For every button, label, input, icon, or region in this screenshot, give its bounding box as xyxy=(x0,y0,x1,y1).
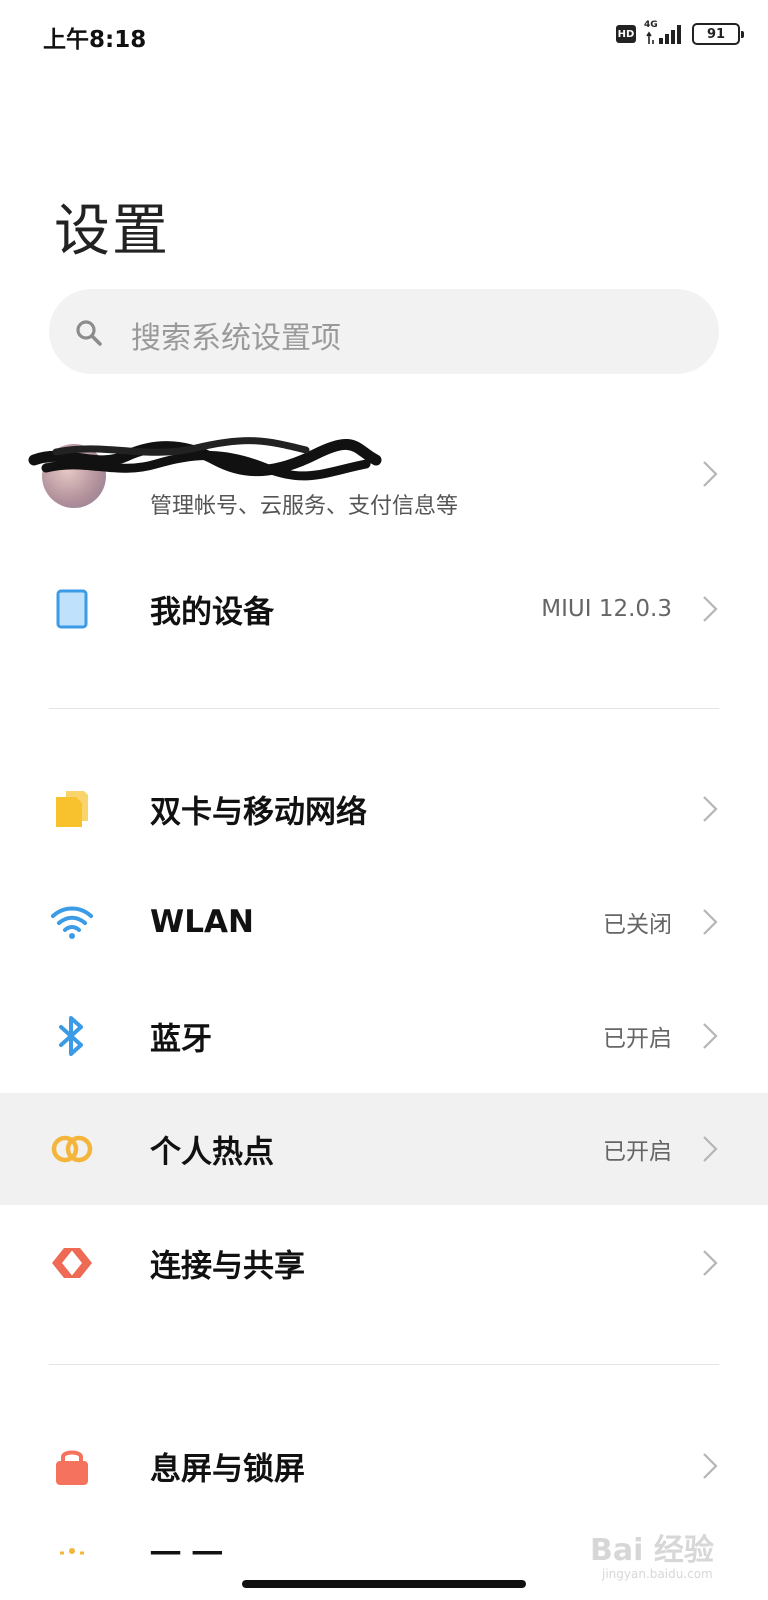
hotspot-icon xyxy=(50,1127,94,1171)
sim-card-icon xyxy=(50,787,94,831)
hd-icon: HD xyxy=(616,25,636,43)
row-value: MIUI 12.0.3 xyxy=(541,596,672,622)
row-value: 已开启 xyxy=(603,1139,672,1165)
row-label: WLAN xyxy=(150,904,254,940)
display-icon xyxy=(50,1529,94,1573)
row-value: 已关闭 xyxy=(603,912,672,938)
redacted-name-scribble xyxy=(28,437,382,481)
chevron-right-icon xyxy=(702,1022,718,1050)
row-label: 蓝牙 xyxy=(150,1021,212,1058)
chevron-right-icon xyxy=(702,1452,718,1480)
settings-item-sim[interactable]: 双卡与移动网络 xyxy=(0,753,768,865)
chevron-right-icon xyxy=(702,460,718,488)
tablet-icon xyxy=(50,587,94,631)
row-label: 息屏与锁屏 xyxy=(150,1451,305,1488)
settings-item-hotspot[interactable]: 个人热点 已开启 xyxy=(0,1093,768,1205)
chevron-right-icon xyxy=(702,1249,718,1277)
settings-item-connection-sharing[interactable]: 连接与共享 xyxy=(0,1207,768,1319)
battery-level: 91 xyxy=(706,26,726,42)
page-title: 设置 xyxy=(54,199,170,264)
status-time: 上午8:18 xyxy=(43,27,147,53)
chevron-right-icon xyxy=(702,908,718,936)
account-subtitle: 管理帐号、云服务、支付信息等 xyxy=(150,494,459,519)
status-bar: 上午8:18 HD 4G 91 xyxy=(0,0,768,72)
row-label: 连接与共享 xyxy=(150,1248,305,1285)
section-divider xyxy=(49,1364,719,1365)
lock-icon xyxy=(50,1444,94,1488)
baidu-watermark: Bai 经验 jingyan.baidu.com xyxy=(582,1505,742,1585)
wifi-icon xyxy=(50,900,94,944)
section-divider xyxy=(49,708,719,709)
row-label: 个人热点 xyxy=(150,1134,274,1171)
settings-item-bluetooth[interactable]: 蓝牙 已开启 xyxy=(0,980,768,1092)
home-indicator[interactable] xyxy=(242,1580,526,1588)
search-input[interactable]: 搜索系统设置项 xyxy=(49,289,719,374)
row-label: 一 一 xyxy=(150,1537,223,1573)
watermark-text: Bai 经验 xyxy=(590,1533,714,1568)
row-label: 我的设备 xyxy=(150,594,274,631)
share-icon xyxy=(50,1241,94,1285)
settings-item-wlan[interactable]: WLAN 已关闭 xyxy=(0,866,768,978)
network-type-label: 4G xyxy=(644,20,658,30)
search-icon xyxy=(75,319,103,347)
watermark-url: jingyan.baidu.com xyxy=(602,1567,713,1581)
settings-item-my-device[interactable]: 我的设备 MIUI 12.0.3 xyxy=(0,553,768,665)
battery-icon: 91 xyxy=(692,23,744,45)
row-value: 已开启 xyxy=(603,1026,672,1052)
row-label: 双卡与移动网络 xyxy=(150,794,367,831)
chevron-right-icon xyxy=(702,1135,718,1163)
bluetooth-icon xyxy=(50,1014,94,1058)
chevron-right-icon xyxy=(702,795,718,823)
status-icons: HD 4G 91 xyxy=(616,20,744,46)
account-row[interactable]: 管理帐号、云服务、支付信息等 xyxy=(0,430,768,530)
chevron-right-icon xyxy=(702,595,718,623)
search-placeholder: 搜索系统设置项 xyxy=(131,321,341,356)
signal-icon: 4G xyxy=(644,20,684,46)
